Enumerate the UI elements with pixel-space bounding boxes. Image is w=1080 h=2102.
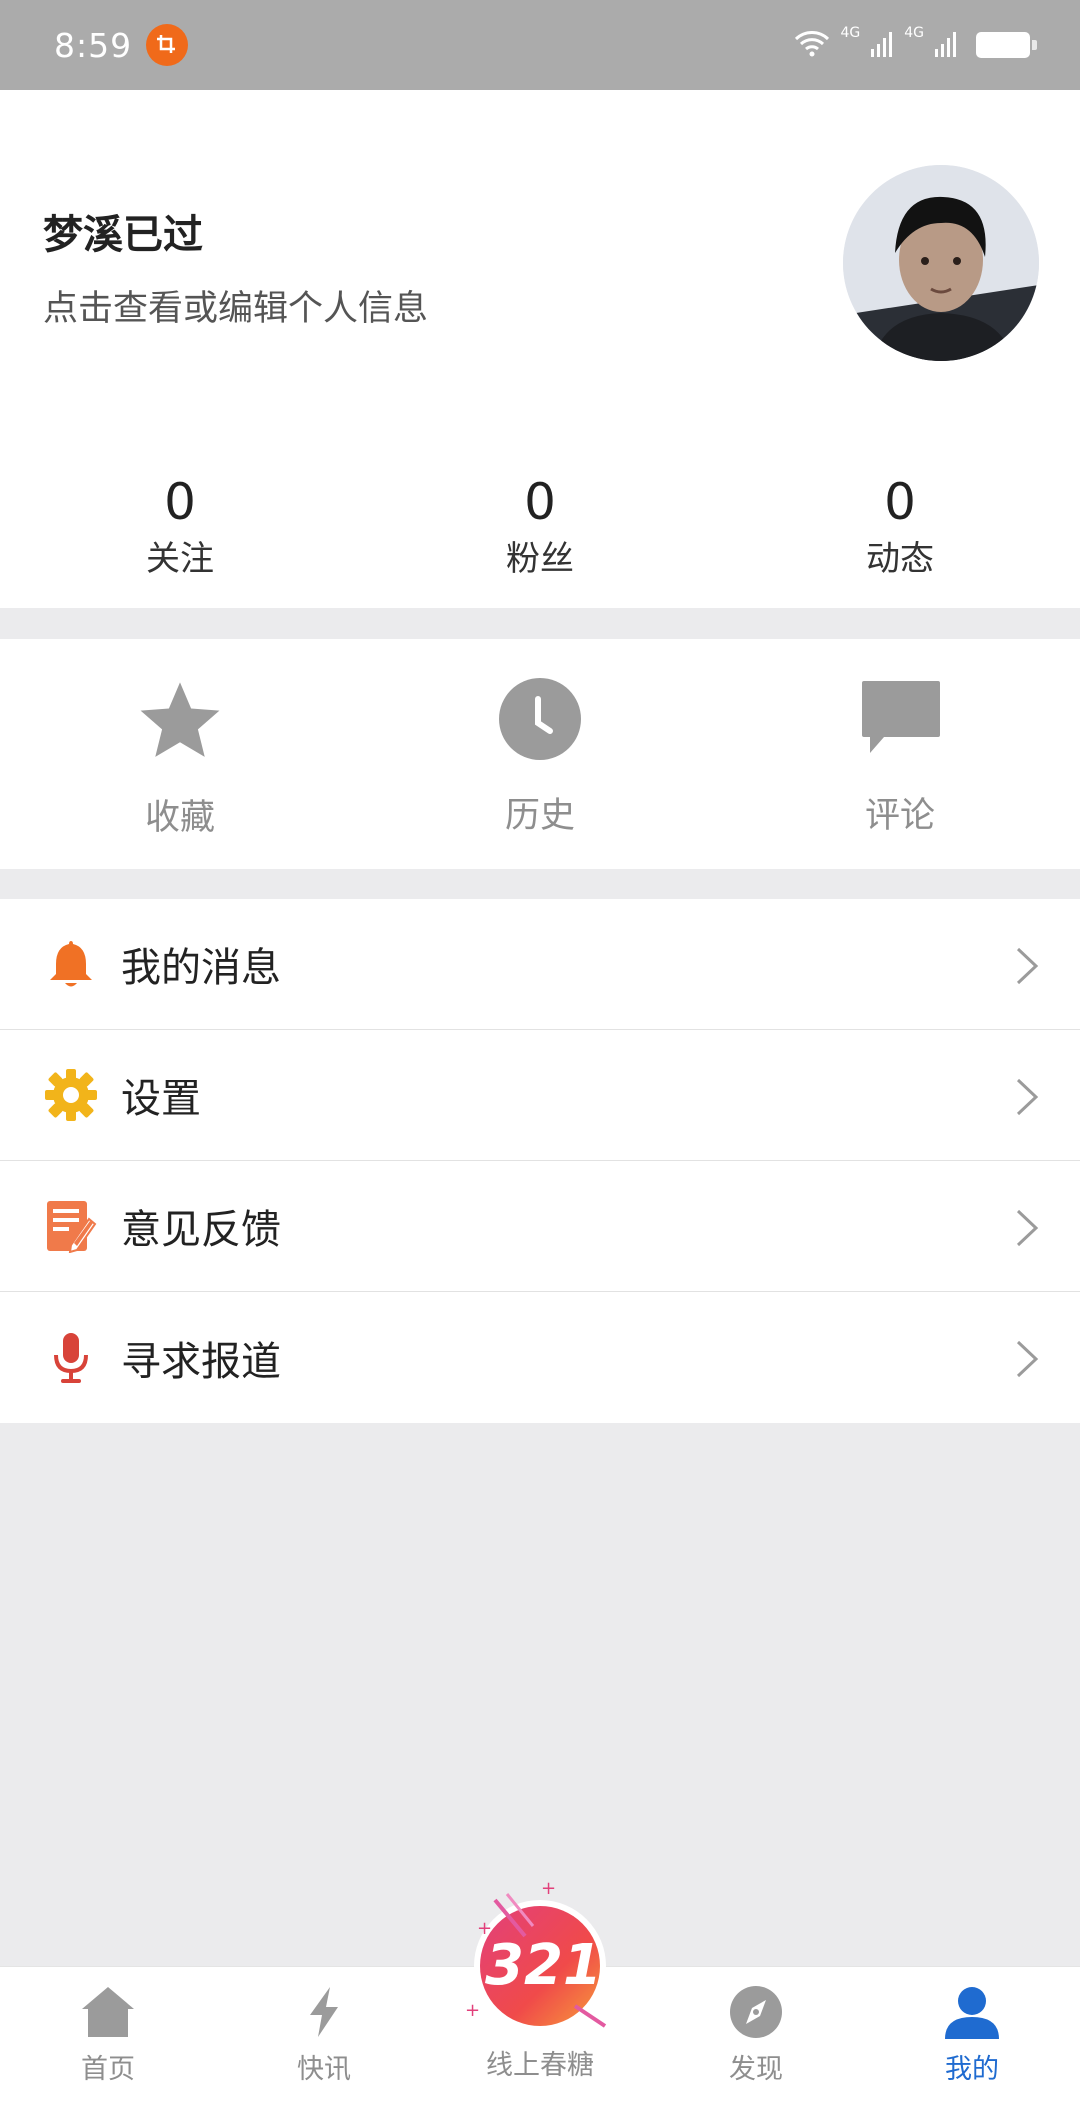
nav-mine[interactable]: 我的 [864, 1967, 1080, 2102]
status-icons: 4G 4G [794, 25, 1037, 61]
quick-label: 收藏 [144, 798, 215, 838]
nav-discover[interactable]: 发现 [648, 1967, 864, 2102]
stats-row: 0 关注 0 粉丝 0 动态 [0, 475, 1080, 585]
stat-posts[interactable]: 0 动态 [720, 475, 1080, 585]
stat-fans[interactable]: 0 粉丝 [360, 475, 720, 585]
status-time: 8:59 [54, 25, 133, 65]
comment-icon [858, 677, 942, 765]
wifi-icon [794, 29, 830, 61]
menu-item-messages[interactable]: 我的消息 [0, 899, 1080, 1030]
clock-icon [498, 677, 582, 765]
username: 梦溪已过 [43, 212, 203, 258]
signal-icon-2 [934, 29, 958, 61]
menu-item-settings[interactable]: 设置 [0, 1030, 1080, 1161]
settings-menu: 我的消息 设置 意见反馈 寻求报道 [0, 899, 1080, 1423]
stat-value: 0 [164, 473, 196, 531]
quick-label: 历史 [504, 796, 575, 836]
svg-text:+: + [465, 2000, 480, 2021]
quick-favorites[interactable]: 收藏 [0, 639, 360, 869]
home-icon [80, 1985, 136, 2043]
chevron-right-icon [1014, 1339, 1040, 1383]
stat-following[interactable]: 0 关注 [0, 475, 360, 585]
svg-text:+: + [541, 1878, 556, 1899]
status-bar: 8:59 4G 4G [0, 0, 1080, 90]
signal-icon-1 [870, 29, 894, 61]
nav-label: 快讯 [297, 2054, 351, 2085]
svg-text:321: 321 [485, 1933, 602, 1998]
battery-icon [976, 32, 1037, 58]
feedback-icon [41, 1199, 101, 1253]
bell-icon [41, 938, 101, 990]
profile-hint[interactable]: 点击查看或编辑个人信息 [43, 280, 428, 331]
menu-item-feedback[interactable]: 意见反馈 [0, 1161, 1080, 1292]
lightning-icon [304, 1985, 344, 2043]
menu-label: 寻求报道 [121, 1338, 281, 1385]
menu-label: 设置 [121, 1076, 201, 1122]
stat-value: 0 [524, 473, 556, 531]
nav-label: 首页 [81, 2054, 135, 2085]
menu-label: 我的消息 [121, 945, 281, 991]
nav-label: 我的 [945, 2054, 999, 2085]
chevron-right-icon [1014, 1208, 1040, 1252]
profile-card[interactable]: 梦溪已过 点击查看或编辑个人信息 0 关注 0 粉丝 0 动态 [0, 90, 1080, 608]
gear-icon [41, 1068, 101, 1122]
network-type-2: 4G [904, 25, 924, 41]
nav-home[interactable]: 首页 [0, 1967, 216, 2102]
quick-actions: 收藏 历史 评论 [0, 639, 1080, 869]
stat-label: 粉丝 [506, 539, 574, 579]
menu-item-report[interactable]: 寻求报道 [0, 1292, 1080, 1423]
nav-flash[interactable]: 快讯 [216, 1967, 432, 2102]
quick-comments[interactable]: 评论 [720, 639, 1080, 869]
avatar[interactable] [843, 165, 1039, 361]
compass-icon [729, 1985, 783, 2043]
321-badge-icon[interactable]: + + + 321 [455, 1876, 625, 2046]
person-icon [943, 1985, 1001, 2043]
nav-label: 线上春糖 [486, 2050, 594, 2081]
network-type-1: 4G [840, 25, 861, 41]
star-icon [137, 677, 223, 767]
quick-history[interactable]: 历史 [360, 639, 720, 869]
nav-label: 发现 [729, 2054, 783, 2085]
menu-label: 意见反馈 [121, 1207, 281, 1253]
crop-app-icon [146, 24, 189, 66]
stat-value: 0 [884, 473, 916, 531]
microphone-icon [41, 1331, 101, 1385]
chevron-right-icon [1014, 946, 1040, 990]
quick-label: 评论 [864, 796, 935, 836]
chevron-right-icon [1014, 1077, 1040, 1121]
stat-label: 动态 [866, 539, 934, 579]
stat-label: 关注 [146, 539, 214, 579]
